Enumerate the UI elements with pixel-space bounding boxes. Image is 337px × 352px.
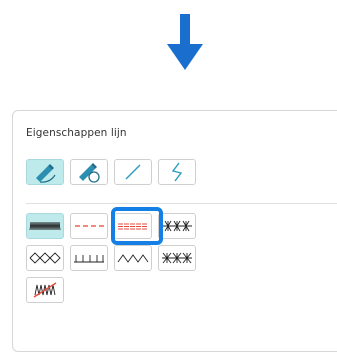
- scallop-stitch-icon: [116, 251, 150, 265]
- polyline-button[interactable]: [158, 159, 196, 185]
- zigzag-satin-stitch-icon: [28, 219, 62, 233]
- diamond-stitch-button[interactable]: [26, 245, 64, 271]
- panel-title: Eigenschappen lijn: [26, 127, 127, 139]
- star-stitch-button[interactable]: [158, 213, 196, 239]
- pen-fill-icon: [74, 161, 104, 183]
- blanket-stitch-icon: [72, 251, 106, 265]
- pen-freehand-button[interactable]: [26, 159, 64, 185]
- straight-line-button[interactable]: [114, 159, 152, 185]
- blanket-stitch-button[interactable]: [70, 245, 108, 271]
- down-arrow-icon: [164, 14, 206, 72]
- running-stitch-button[interactable]: [70, 213, 108, 239]
- section-divider: [26, 203, 337, 204]
- diamond-stitch-icon: [28, 251, 62, 265]
- cross-stitch-icon: [160, 251, 194, 265]
- no-stitch-button[interactable]: [26, 277, 64, 303]
- no-stitch-icon: [30, 281, 60, 299]
- pen-fill-button[interactable]: [70, 159, 108, 185]
- running-stitch-icon: [72, 219, 106, 233]
- zigzag-satin-stitch-button[interactable]: [26, 213, 64, 239]
- polyline-icon: [162, 161, 192, 183]
- line-properties-panel: Eigenschappen lijn: [12, 110, 337, 352]
- pen-freehand-icon: [30, 161, 60, 183]
- straight-line-icon: [118, 161, 148, 183]
- cross-stitch-button[interactable]: [158, 245, 196, 271]
- star-stitch-icon: [160, 219, 194, 233]
- selection-highlight: [111, 207, 163, 245]
- scallop-stitch-button[interactable]: [114, 245, 152, 271]
